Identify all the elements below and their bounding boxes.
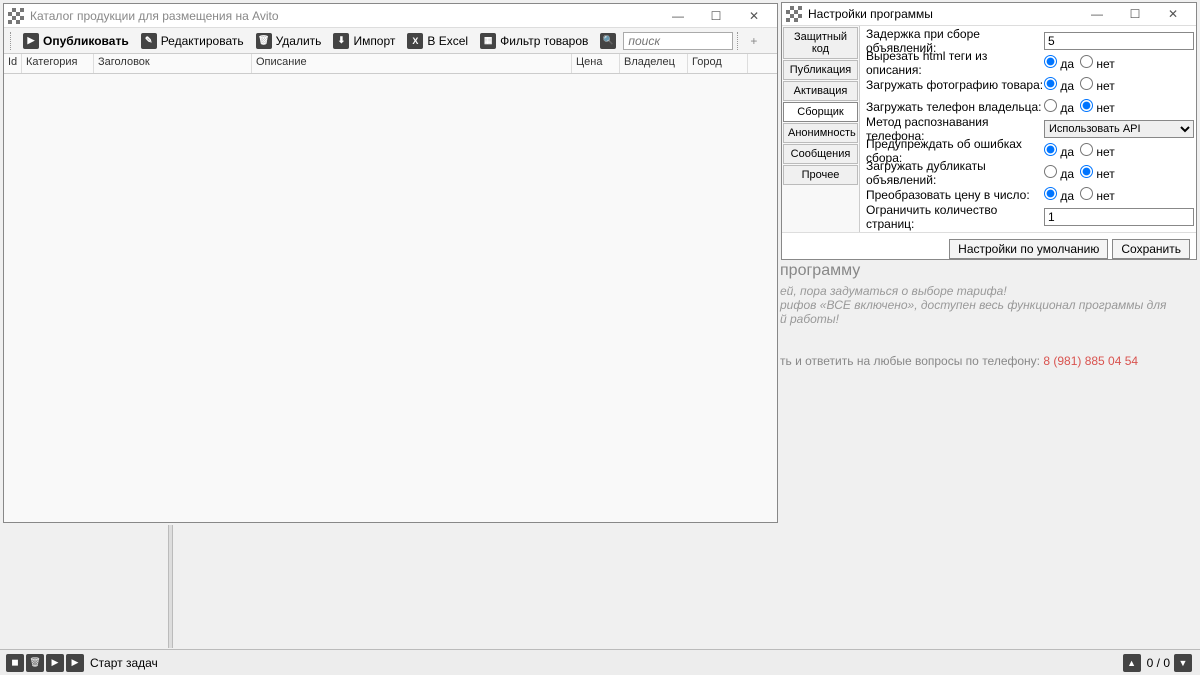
col-category[interactable]: Категория <box>22 54 94 73</box>
phone-yes[interactable] <box>1044 99 1057 112</box>
settings-title: Настройки программы <box>808 7 1078 21</box>
scroll-down-icon[interactable]: ▼ <box>1174 654 1192 672</box>
tab-anonymity[interactable]: Анонимность <box>783 123 858 143</box>
col-city[interactable]: Город <box>688 54 748 73</box>
dup-no[interactable] <box>1080 165 1093 178</box>
strip-yes[interactable] <box>1044 55 1057 68</box>
warn-no[interactable] <box>1080 143 1093 156</box>
excel-button[interactable]: XВ Excel <box>402 31 473 51</box>
add-button[interactable]: + <box>745 32 762 50</box>
tab-other[interactable]: Прочее <box>783 165 858 185</box>
settings-tabs: Защитный код Публикация Активация Сборщи… <box>782 26 860 232</box>
status-bar: ◼ 🗑 ▶ ▶ Старт задач ▲ 0 / 0 ▼ <box>0 649 1200 675</box>
save-button[interactable]: Сохранить <box>1112 239 1190 259</box>
settings-window: Настройки программы — ☐ ✕ Защитный код П… <box>781 2 1197 260</box>
pages-input[interactable] <box>1044 208 1194 226</box>
photo-no[interactable] <box>1080 77 1093 90</box>
col-price[interactable]: Цена <box>572 54 620 73</box>
column-headers: Id Категория Заголовок Описание Цена Вла… <box>4 54 777 74</box>
splitter[interactable] <box>168 525 173 648</box>
toolbar: ▶Опубликовать ✎Редактировать 🗑Удалить ⬇И… <box>4 28 777 54</box>
strip-no[interactable] <box>1080 55 1093 68</box>
settings-form: Задержка при сборе объявлений: Вырезать … <box>860 26 1200 232</box>
window-title: Каталог продукции для размещения на Avit… <box>30 9 659 23</box>
defaults-button[interactable]: Настройки по умолчанию <box>949 239 1108 259</box>
tab-messages[interactable]: Сообщения <box>783 144 858 164</box>
col-id[interactable]: Id <box>4 54 22 73</box>
search-input[interactable] <box>623 32 733 50</box>
minimize-button[interactable]: — <box>659 5 697 27</box>
nav-next-icon[interactable]: ▶ <box>66 654 84 672</box>
edit-button[interactable]: ✎Редактировать <box>136 31 249 51</box>
search-button[interactable]: 🔍 <box>595 31 621 51</box>
phone-no[interactable] <box>1080 99 1093 112</box>
close-button[interactable]: ✕ <box>1154 3 1192 25</box>
filter-button[interactable]: ▦Фильтр товаров <box>475 31 593 51</box>
col-title[interactable]: Заголовок <box>94 54 252 73</box>
catalog-window: Каталог продукции для размещения на Avit… <box>3 3 778 523</box>
app-icon <box>786 6 802 22</box>
maximize-button[interactable]: ☐ <box>1116 3 1154 25</box>
dup-yes[interactable] <box>1044 165 1057 178</box>
nav-play-icon[interactable]: ▶ <box>46 654 64 672</box>
background-promo-text: программу ей, пора задуматься о выборе т… <box>780 262 1180 368</box>
tab-collector[interactable]: Сборщик <box>783 102 858 122</box>
tab-security-code[interactable]: Защитный код <box>783 27 858 59</box>
col-owner[interactable]: Владелец <box>620 54 688 73</box>
app-icon <box>8 8 24 24</box>
data-grid[interactable] <box>4 74 777 522</box>
scroll-up-icon[interactable]: ▲ <box>1123 654 1141 672</box>
publish-button[interactable]: ▶Опубликовать <box>18 31 134 51</box>
close-button[interactable]: ✕ <box>735 5 773 27</box>
tab-publication[interactable]: Публикация <box>783 60 858 80</box>
method-select[interactable]: Использовать API <box>1044 120 1194 138</box>
start-tasks-label[interactable]: Старт задач <box>90 656 158 670</box>
col-description[interactable]: Описание <box>252 54 572 73</box>
maximize-button[interactable]: ☐ <box>697 5 735 27</box>
tab-activation[interactable]: Активация <box>783 81 858 101</box>
nav-first-icon[interactable]: ◼ <box>6 654 24 672</box>
page-counter: 0 / 0 <box>1147 656 1170 670</box>
pricenum-no[interactable] <box>1080 187 1093 200</box>
minimize-button[interactable]: — <box>1078 3 1116 25</box>
warn-yes[interactable] <box>1044 143 1057 156</box>
photo-yes[interactable] <box>1044 77 1057 90</box>
delete-button[interactable]: 🗑Удалить <box>251 31 327 51</box>
support-phone: 8 (981) 885 04 54 <box>1043 354 1138 368</box>
import-button[interactable]: ⬇Импорт <box>328 31 400 51</box>
pricenum-yes[interactable] <box>1044 187 1057 200</box>
delay-input[interactable] <box>1044 32 1194 50</box>
nav-prev-icon[interactable]: 🗑 <box>26 654 44 672</box>
